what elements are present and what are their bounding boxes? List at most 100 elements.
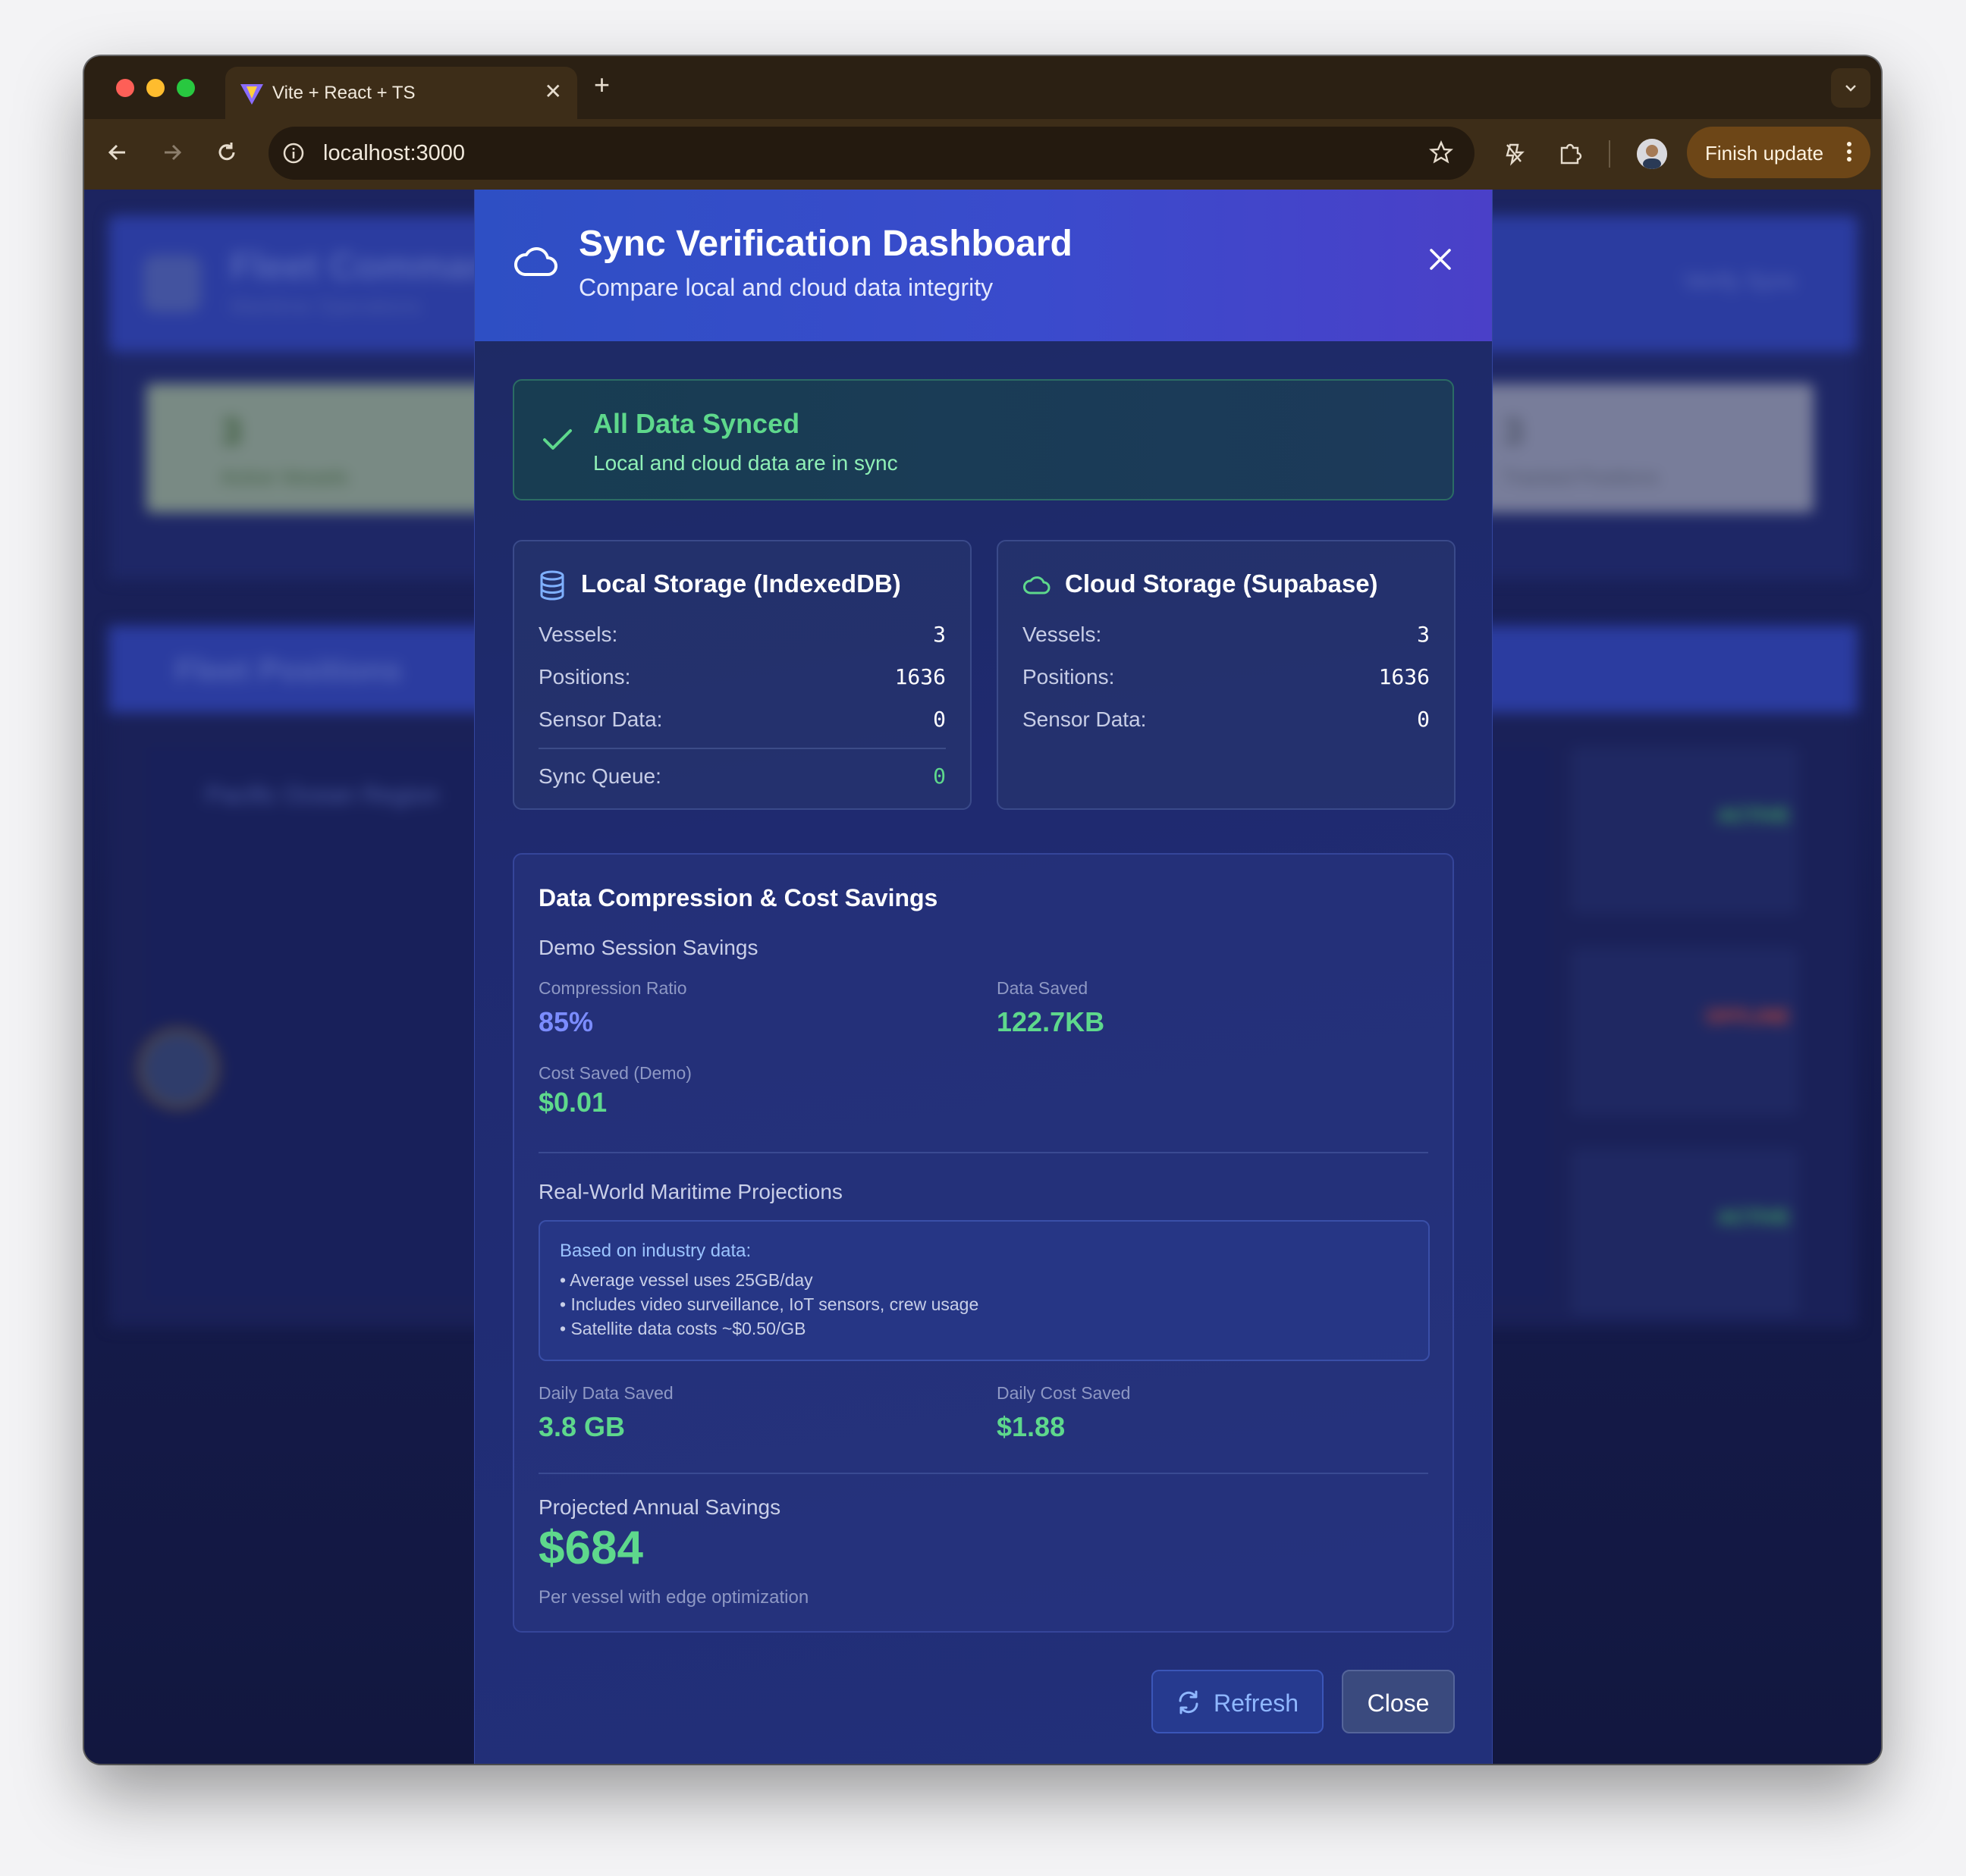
row-value: 3: [933, 622, 946, 647]
more-vert-icon: [1847, 142, 1851, 162]
reload-icon[interactable]: [215, 140, 239, 165]
industry-item: • Satellite data costs ~$0.50/GB: [560, 1319, 806, 1338]
row-label: Sensor Data:: [539, 707, 663, 731]
forward-arrow-icon[interactable]: [160, 140, 184, 165]
tab-close-icon[interactable]: ✕: [545, 80, 562, 103]
sync-status-subtitle: Local and cloud data are in sync: [593, 451, 898, 475]
bg-stat-right-label: Tracked Positions: [1503, 466, 1659, 488]
daily-cost-value: $1.88: [997, 1411, 1066, 1442]
minimize-window-button[interactable]: [146, 79, 165, 97]
row-label: Positions:: [539, 665, 631, 689]
browser-window: Vite + React + TS ✕ + localhost:3000 Fin…: [84, 56, 1881, 1764]
puzzle-icon[interactable]: [1557, 140, 1583, 166]
annual-savings-value: $684: [539, 1522, 643, 1574]
bg-region-label: Pacific Ocean Region: [206, 781, 439, 808]
projections-heading: Real-World Maritime Projections: [539, 1180, 843, 1203]
data-saved-value: 122.7KB: [997, 1006, 1105, 1037]
bg-vessel-row: [1571, 747, 1798, 914]
sync-status-banner: All Data Synced Local and cloud data are…: [513, 379, 1454, 500]
industry-item: • Includes video surveillance, IoT senso…: [560, 1294, 979, 1314]
tab-title: Vite + React + TS: [272, 83, 416, 103]
cloud-storage-title: Cloud Storage (Supabase): [1065, 569, 1378, 598]
close-button[interactable]: Close: [1342, 1670, 1455, 1733]
finish-update-button[interactable]: Finish update: [1687, 127, 1870, 178]
cost-saved-value: $0.01: [539, 1087, 608, 1118]
back-arrow-icon[interactable]: [105, 140, 130, 165]
data-saved-label: Data Saved: [997, 978, 1088, 998]
divider: [539, 1152, 1428, 1153]
info-icon[interactable]: [282, 142, 305, 165]
compression-ratio-value: 85%: [539, 1006, 594, 1037]
annual-savings-label: Projected Annual Savings: [539, 1495, 781, 1519]
bg-stat-left-label: Active Vessels: [221, 466, 348, 488]
compression-savings-panel: Data Compression & Cost Savings Demo Ses…: [513, 853, 1454, 1633]
new-tab-icon[interactable]: +: [594, 71, 610, 99]
chevron-down-icon: [1845, 85, 1856, 92]
bg-status-badge: OFFLINE: [1705, 1005, 1790, 1027]
row-value: 1636: [1378, 664, 1430, 689]
annual-savings-note: Per vessel with edge optimization: [539, 1587, 809, 1608]
industry-data-box: Based on industry data: • Average vessel…: [539, 1220, 1430, 1361]
bg-verify-sync-button[interactable]: Verify Sync: [1683, 268, 1797, 294]
bg-fleet-title: Fleet Positions: [175, 652, 402, 688]
local-positions-row: Positions: 1636: [539, 663, 946, 693]
bg-app-subtitle: Maritime Operations: [230, 294, 422, 318]
browser-toolbar: localhost:3000 Finish update: [84, 119, 1881, 190]
bg-app-title: Fleet Command: [230, 245, 515, 287]
daily-cost-label: Daily Cost Saved: [997, 1383, 1131, 1403]
browser-tab[interactable]: Vite + React + TS ✕: [225, 67, 577, 119]
finish-update-label: Finish update: [1705, 142, 1824, 165]
row-label: Vessels:: [539, 623, 618, 646]
sync-queue-row: Sync Queue: 0: [539, 762, 946, 792]
profile-avatar[interactable]: [1637, 139, 1667, 169]
industry-title: Based on industry data:: [560, 1241, 752, 1261]
vite-logo-icon: [240, 84, 263, 105]
close-window-button[interactable]: [116, 79, 134, 97]
row-label: Sensor Data:: [1022, 707, 1147, 731]
refresh-label: Refresh: [1214, 1689, 1299, 1717]
extension-icon[interactable]: [1501, 140, 1527, 166]
maximize-window-button[interactable]: [177, 79, 195, 97]
bg-status-badge: ACTIVE: [1717, 1206, 1790, 1228]
page-content: Fleet Command Maritime Operations Verify…: [84, 190, 1881, 1764]
modal-subtitle: Compare local and cloud data integrity: [579, 274, 994, 301]
bg-logo-icon: [143, 255, 201, 312]
close-icon[interactable]: [1427, 246, 1454, 273]
modal-title: Sync Verification Dashboard: [579, 224, 1073, 264]
cloud-vessels-row: Vessels: 3: [1022, 620, 1430, 651]
demo-session-heading: Demo Session Savings: [539, 936, 758, 959]
sync-queue-value: 0: [933, 764, 946, 789]
divider: [539, 748, 946, 749]
close-label: Close: [1367, 1689, 1430, 1717]
modal-header: Sync Verification Dashboard Compare loca…: [475, 190, 1492, 341]
cost-saved-label: Cost Saved (Demo): [539, 1063, 692, 1083]
bg-compass-icon: [137, 1027, 219, 1109]
bg-stat-card-active: [146, 384, 495, 513]
bg-vessel-row: [1571, 1149, 1798, 1316]
url-text[interactable]: localhost:3000: [323, 141, 465, 165]
refresh-button[interactable]: Refresh: [1151, 1670, 1324, 1733]
star-icon[interactable]: [1429, 140, 1453, 165]
tab-search-button[interactable]: [1831, 68, 1870, 108]
cloud-positions-row: Positions: 1636: [1022, 663, 1430, 693]
local-storage-card: Local Storage (IndexedDB) Vessels: 3 Pos…: [513, 540, 972, 810]
divider: [539, 1473, 1428, 1474]
local-storage-title: Local Storage (IndexedDB): [581, 569, 901, 598]
row-value: 0: [1417, 707, 1430, 732]
cloud-sensor-row: Sensor Data: 0: [1022, 705, 1430, 736]
local-vessels-row: Vessels: 3: [539, 620, 946, 651]
row-label: Vessels:: [1022, 623, 1102, 646]
row-value: 1636: [894, 664, 946, 689]
address-bar[interactable]: localhost:3000: [269, 127, 1474, 180]
row-value: 0: [933, 707, 946, 732]
bg-stat-right-value: 3: [1503, 410, 1524, 453]
row-value: 3: [1417, 622, 1430, 647]
compression-ratio-label: Compression Ratio: [539, 978, 687, 998]
row-label: Positions:: [1022, 665, 1115, 689]
avatar-image: [1637, 139, 1667, 169]
industry-item: • Average vessel uses 25GB/day: [560, 1270, 813, 1290]
daily-data-value: 3.8 GB: [539, 1411, 626, 1442]
bg-vessel-row: [1571, 948, 1798, 1115]
savings-title: Data Compression & Cost Savings: [539, 884, 938, 911]
database-icon: [540, 570, 564, 601]
